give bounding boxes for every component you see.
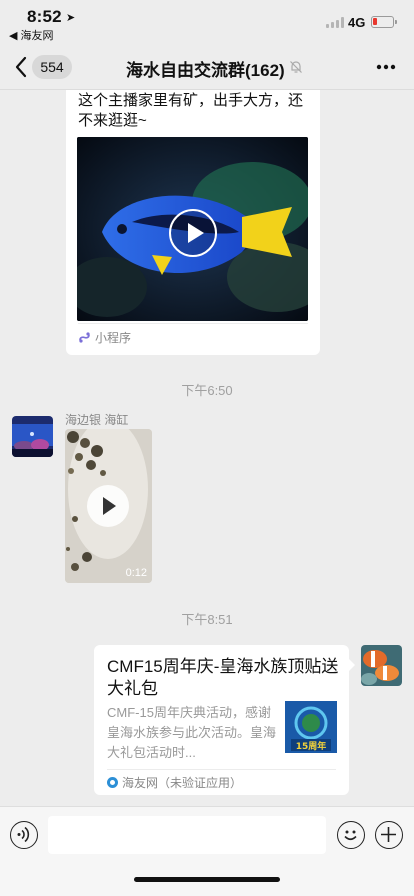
video-message[interactable]: 0:12 [65,429,152,583]
thumbnail-text: 15周年 [296,740,327,752]
aquarium-avatar-image [12,416,53,457]
mini-program-label: 小程序 [78,328,131,346]
emoji-icon[interactable] [337,821,365,849]
voice-icon[interactable] [10,821,38,849]
battery-icon [371,16,397,28]
home-indicator[interactable] [134,877,280,882]
timestamp: 下午6:50 [181,383,233,398]
divider [78,323,308,324]
sender-avatar[interactable] [12,416,53,457]
network-type: 4G [348,15,366,30]
signal-icon [326,17,344,28]
status-bar: 8:52 ➤ ◀ 海友网 4G [0,0,414,44]
location-arrow-icon: ➤ [66,12,76,24]
sender-name: 海边银 海缸 [65,413,129,427]
chat-header: 554 海水自由交流群(162) [0,44,414,90]
link-title: CMF15周年庆-皇海水族顶贴送大礼包 [107,657,339,698]
video-duration: 0:12 [125,567,147,579]
link-description: CMF-15周年庆典活动，感谢皇海水族参与此次活动。皇海大礼包活动时... [107,705,277,760]
message-input[interactable] [48,816,326,854]
divider [107,769,336,770]
link-share-card[interactable]: CMF15周年庆-皇海水族顶贴送大礼包 CMF-15周年庆典活动，感谢皇海水族参… [94,645,355,795]
chat-title: 海水自由交流群(162) [126,61,285,80]
link-thumbnail: 15周年 [285,701,337,753]
play-icon[interactable] [169,209,217,257]
timestamp: 下午8:51 [181,612,233,627]
more-icon[interactable] [375,57,397,77]
fish-video-thumbnail[interactable] [77,137,308,321]
mini-program-app-label: 小程序 [95,330,132,345]
chat-message-list[interactable]: 这个主播家里有矿，出手大方，还不来逛逛~ 小程序 下午6:50 海边银 海缸 0… [0,90,414,806]
source-label: 海友网（未验证应用） [122,776,243,790]
my-avatar[interactable] [361,645,402,686]
input-bar [0,806,414,896]
link-source: 海友网（未验证应用） [107,774,242,791]
back-to-app-link[interactable]: ◀ 海友网 [9,27,54,43]
plus-icon[interactable] [375,821,403,849]
mini-program-text: 这个主播家里有矿，出手大方，还不来逛逛~ [78,92,304,129]
mini-program-icon [79,331,90,343]
mini-program-card[interactable]: 这个主播家里有矿，出手大方，还不来逛逛~ 小程序 [66,90,320,355]
unread-count-badge[interactable]: 554 [32,55,72,79]
back-chevron-icon[interactable] [12,54,34,80]
source-app-icon [107,777,118,788]
clownfish-avatar-image [361,645,402,686]
anniversary-logo-image: 15周年 [285,701,337,753]
mute-bell-icon [290,61,302,73]
play-icon[interactable] [87,485,129,527]
status-time: 8:52 [27,7,62,26]
